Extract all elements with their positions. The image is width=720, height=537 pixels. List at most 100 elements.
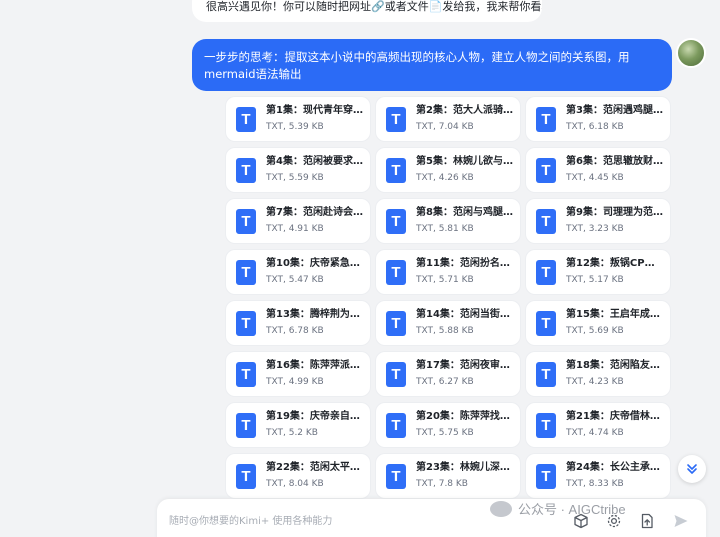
file-meta: TXT, 4.99 KB (266, 377, 324, 387)
file-info: 第13集：腾梓荆为救范... TXT, 6.78 KB (266, 308, 364, 338)
file-card[interactable]: T 第15集：王启年成范闲... TXT, 5.69 KB (526, 301, 670, 345)
scroll-to-bottom-button[interactable] (678, 455, 706, 483)
txt-file-icon: T (236, 310, 256, 336)
file-meta: TXT, 5.81 KB (416, 224, 474, 234)
file-info: 第6集：范思辙放财背后... TXT, 4.45 KB (566, 155, 664, 185)
file-name: 第7集：范闲赴诗会作绝... (266, 207, 364, 218)
file-card[interactable]: T 第4集：范闲被要求娶林... TXT, 5.59 KB (226, 148, 370, 192)
file-info: 第19集：庆帝亲自接见... TXT, 5.2 KB (266, 410, 364, 440)
txt-file-icon: T (536, 412, 556, 438)
file-name: 第4集：范闲被要求娶林... (266, 156, 364, 167)
user-avatar[interactable] (676, 38, 706, 68)
upload-file-icon[interactable] (638, 512, 656, 530)
file-name: 第1集：现代青年穿越古... (266, 105, 364, 116)
txt-file-icon: T (536, 157, 556, 183)
assistant-message-bubble: 很高兴遇见你！你可以随时把网址🔗或者文件📄发给我，我来帮你看看 (192, 0, 542, 22)
user-message-text: 一步步的思考：提取这本小说中的高频出现的核心人物，建立人物之间的关系图，用mer… (204, 50, 630, 81)
file-card[interactable]: T 第11集：范闲扮名医找... TXT, 5.71 KB (376, 250, 520, 294)
file-card[interactable]: T 第20集：陈萍萍找出杀... TXT, 5.75 KB (376, 403, 520, 447)
file-info: 第5集：林婉儿欲与范闲... TXT, 4.26 KB (416, 155, 514, 185)
file-card[interactable]: T 第21集：庆帝借林珙之... TXT, 4.74 KB (526, 403, 670, 447)
txt-file-icon: T (536, 208, 556, 234)
assistant-message-text: 很高兴遇见你！你可以随时把网址🔗或者文件📄发给我，我来帮你看看 (206, 0, 542, 13)
file-card[interactable]: T 第5集：林婉儿欲与范闲... TXT, 4.26 KB (376, 148, 520, 192)
txt-file-icon: T (536, 463, 556, 489)
file-meta: TXT, 6.27 KB (416, 377, 474, 387)
txt-file-icon: T (236, 463, 256, 489)
file-meta: TXT, 5.88 KB (416, 326, 474, 336)
file-name: 第19集：庆帝亲自接见... (266, 411, 364, 422)
file-meta: TXT, 4.45 KB (566, 173, 624, 183)
file-info: 第9集：司理理为范闲当... TXT, 3.23 KB (566, 206, 664, 236)
user-message-bubble: 一步步的思考：提取这本小说中的高频出现的核心人物，建立人物之间的关系图，用mer… (192, 39, 672, 91)
file-meta: TXT, 6.78 KB (266, 326, 324, 336)
file-meta: TXT, 8.04 KB (266, 479, 324, 489)
file-name: 第17集：范闲夜审司理... (416, 360, 514, 371)
file-meta: TXT, 7.8 KB (416, 479, 468, 489)
wechat-logo-icon (490, 500, 512, 517)
gear-icon[interactable] (605, 512, 623, 530)
file-card[interactable]: T 第7集：范闲赴诗会作绝... TXT, 4.91 KB (226, 199, 370, 243)
chat-input[interactable] (169, 512, 469, 530)
txt-file-icon: T (386, 157, 406, 183)
file-meta: TXT, 4.91 KB (266, 224, 324, 234)
file-name: 第20集：陈萍萍找出杀... (416, 411, 514, 422)
file-card[interactable]: T 第14集：范闲当街斩杀... TXT, 5.88 KB (376, 301, 520, 345)
send-icon[interactable] (672, 512, 690, 530)
file-name: 第22集：范闲太平别苑... (266, 462, 364, 473)
file-info: 第23集：林婉儿深夜探... TXT, 7.8 KB (416, 461, 514, 491)
file-info: 第10集：庆帝紧急关头... TXT, 5.47 KB (266, 257, 364, 287)
txt-file-icon: T (236, 361, 256, 387)
chevron-double-down-icon (687, 464, 697, 474)
file-card[interactable]: T 第17集：范闲夜审司理... TXT, 6.27 KB (376, 352, 520, 396)
file-card[interactable]: T 第3集：范闲遇鸡腿仙女... TXT, 6.18 KB (526, 97, 670, 141)
file-meta: TXT, 4.26 KB (416, 173, 474, 183)
file-info: 第22集：范闲太平别苑... TXT, 8.04 KB (266, 461, 364, 491)
file-meta: TXT, 3.23 KB (566, 224, 624, 234)
file-card[interactable]: T 第18集：范闲陷友情爱... TXT, 4.23 KB (526, 352, 670, 396)
file-info: 第17集：范闲夜审司理... TXT, 6.27 KB (416, 359, 514, 389)
file-card[interactable]: T 第24集：长公主承认牛... TXT, 8.33 KB (526, 454, 670, 498)
file-card[interactable]: T 第6集：范思辙放财背后... TXT, 4.45 KB (526, 148, 670, 192)
txt-file-icon: T (386, 463, 406, 489)
file-card[interactable]: T 第2集：范大人派骑士接... TXT, 7.04 KB (376, 97, 520, 141)
txt-file-icon: T (386, 208, 406, 234)
txt-file-icon: T (386, 361, 406, 387)
file-info: 第16集：陈萍萍派黑骑... TXT, 4.99 KB (266, 359, 364, 389)
file-card[interactable]: T 第22集：范闲太平别苑... TXT, 8.04 KB (226, 454, 370, 498)
file-meta: TXT, 5.75 KB (416, 428, 474, 438)
file-meta: TXT, 5.2 KB (266, 428, 318, 438)
file-name: 第13集：腾梓荆为救范... (266, 309, 364, 320)
file-info: 第14集：范闲当街斩杀... TXT, 5.88 KB (416, 308, 514, 338)
file-meta: TXT, 5.47 KB (266, 275, 324, 285)
txt-file-icon: T (236, 412, 256, 438)
file-card[interactable]: T 第8集：范闲与鸡腿姑娘... TXT, 5.81 KB (376, 199, 520, 243)
txt-file-icon: T (236, 259, 256, 285)
file-meta: TXT, 8.33 KB (566, 479, 624, 489)
file-card[interactable]: T 第1集：现代青年穿越古... TXT, 5.39 KB (226, 97, 370, 141)
file-card[interactable]: T 第10集：庆帝紧急关头... TXT, 5.47 KB (226, 250, 370, 294)
txt-file-icon: T (236, 106, 256, 132)
file-card[interactable]: T 第12集：叛锅CP深夜幽... TXT, 5.17 KB (526, 250, 670, 294)
file-info: 第18集：范闲陷友情爱... TXT, 4.23 KB (566, 359, 664, 389)
file-info: 第15集：王启年成范闲... TXT, 5.69 KB (566, 308, 664, 338)
attached-files-grid: T 第1集：现代青年穿越古... TXT, 5.39 KB T 第2集：范大人派骑士接.… (226, 97, 670, 498)
file-card[interactable]: T 第23集：林婉儿深夜探... TXT, 7.8 KB (376, 454, 520, 498)
file-name: 第2集：范大人派骑士接... (416, 105, 514, 116)
file-card[interactable]: T 第13集：腾梓荆为救范... TXT, 6.78 KB (226, 301, 370, 345)
file-meta: TXT, 5.59 KB (266, 173, 324, 183)
file-info: 第1集：现代青年穿越古... TXT, 5.39 KB (266, 104, 364, 134)
file-meta: TXT, 5.69 KB (566, 326, 624, 336)
file-card[interactable]: T 第9集：司理理为范闲当... TXT, 3.23 KB (526, 199, 670, 243)
file-info: 第20集：陈萍萍找出杀... TXT, 5.75 KB (416, 410, 514, 440)
file-name: 第23集：林婉儿深夜探... (416, 462, 514, 473)
file-card[interactable]: T 第19集：庆帝亲自接见... TXT, 5.2 KB (226, 403, 370, 447)
file-meta: TXT, 6.18 KB (566, 122, 624, 132)
file-name: 第15集：王启年成范闲... (566, 309, 664, 320)
txt-file-icon: T (536, 361, 556, 387)
cube-icon[interactable] (572, 512, 590, 530)
file-card[interactable]: T 第16集：陈萍萍派黑骑... TXT, 4.99 KB (226, 352, 370, 396)
file-name: 第3集：范闲遇鸡腿仙女... (566, 105, 664, 116)
file-info: 第7集：范闲赴诗会作绝... TXT, 4.91 KB (266, 206, 364, 236)
file-name: 第14集：范闲当街斩杀... (416, 309, 514, 320)
